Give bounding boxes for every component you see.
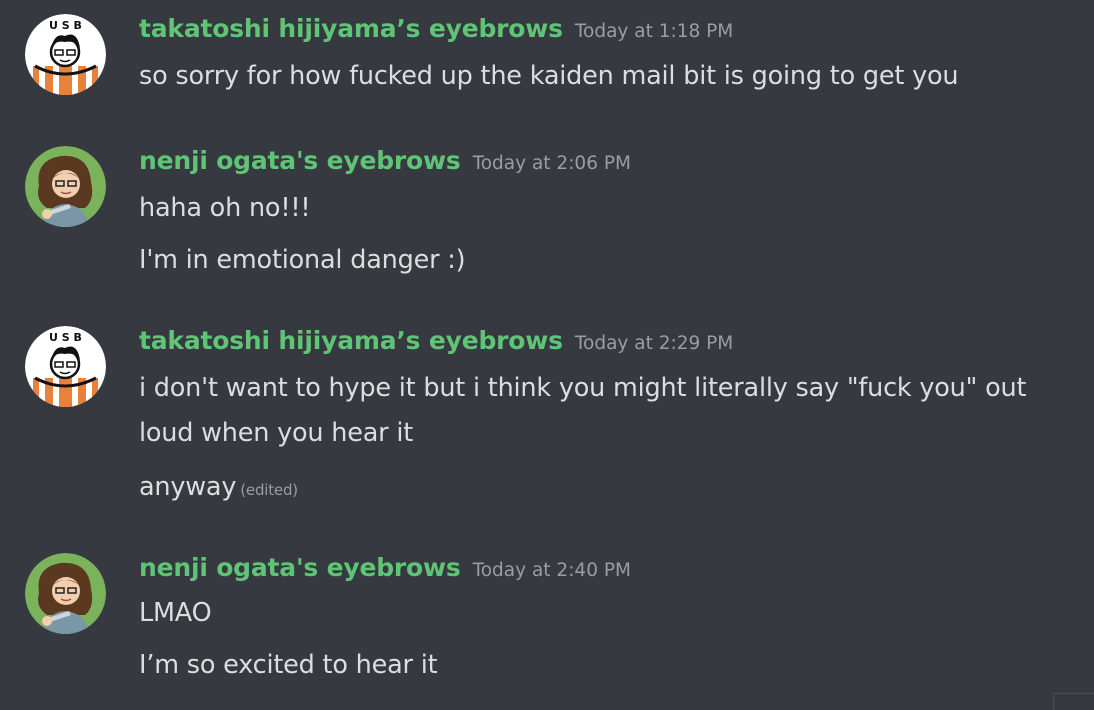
svg-text:U S B: U S B <box>49 331 82 344</box>
username[interactable]: takatoshi hijiyama’s eyebrows <box>139 14 563 43</box>
username[interactable]: nenji ogata's eyebrows <box>139 553 461 582</box>
usb-logo-avatar-icon[interactable]: U S B <box>25 14 106 95</box>
message-header: takatoshi hijiyama’s eyebrows Today at 2:… <box>139 326 733 366</box>
username[interactable]: takatoshi hijiyama’s eyebrows <box>139 326 563 355</box>
message-text: loud when you hear it <box>139 418 414 448</box>
scrollbar-corner <box>1053 693 1094 710</box>
message-text: I’m so excited to hear it <box>139 650 438 680</box>
timestamp: Today at 2:06 PM <box>472 153 631 174</box>
message-text: i don't want to hype it but i think you … <box>139 373 1027 403</box>
message-header: nenji ogata's eyebrows Today at 2:40 PM <box>139 553 631 593</box>
message-header: takatoshi hijiyama’s eyebrows Today at 1:… <box>139 14 733 54</box>
message-text: so sorry for how fucked up the kaiden ma… <box>139 61 959 91</box>
timestamp: Today at 2:29 PM <box>574 333 734 354</box>
svg-text:U S B: U S B <box>49 19 82 32</box>
timestamp: Today at 1:18 PM <box>574 21 734 42</box>
timestamp: Today at 2:40 PM <box>472 560 631 581</box>
message-header: nenji ogata's eyebrows Today at 2:06 PM <box>139 146 631 186</box>
username[interactable]: nenji ogata's eyebrows <box>139 146 461 175</box>
message-text-edited: anyway (edited) <box>139 472 298 502</box>
message-text: haha oh no!!! <box>139 193 311 223</box>
curly-hair-avatar-icon[interactable] <box>25 553 106 634</box>
message-text: LMAO <box>139 598 212 628</box>
usb-logo-avatar-icon[interactable]: U S B <box>25 326 106 407</box>
message-text: anyway <box>139 472 237 502</box>
curly-hair-avatar-icon[interactable] <box>25 146 106 227</box>
edited-label: (edited) <box>240 481 298 499</box>
message-text: I'm in emotional danger :) <box>139 245 466 275</box>
